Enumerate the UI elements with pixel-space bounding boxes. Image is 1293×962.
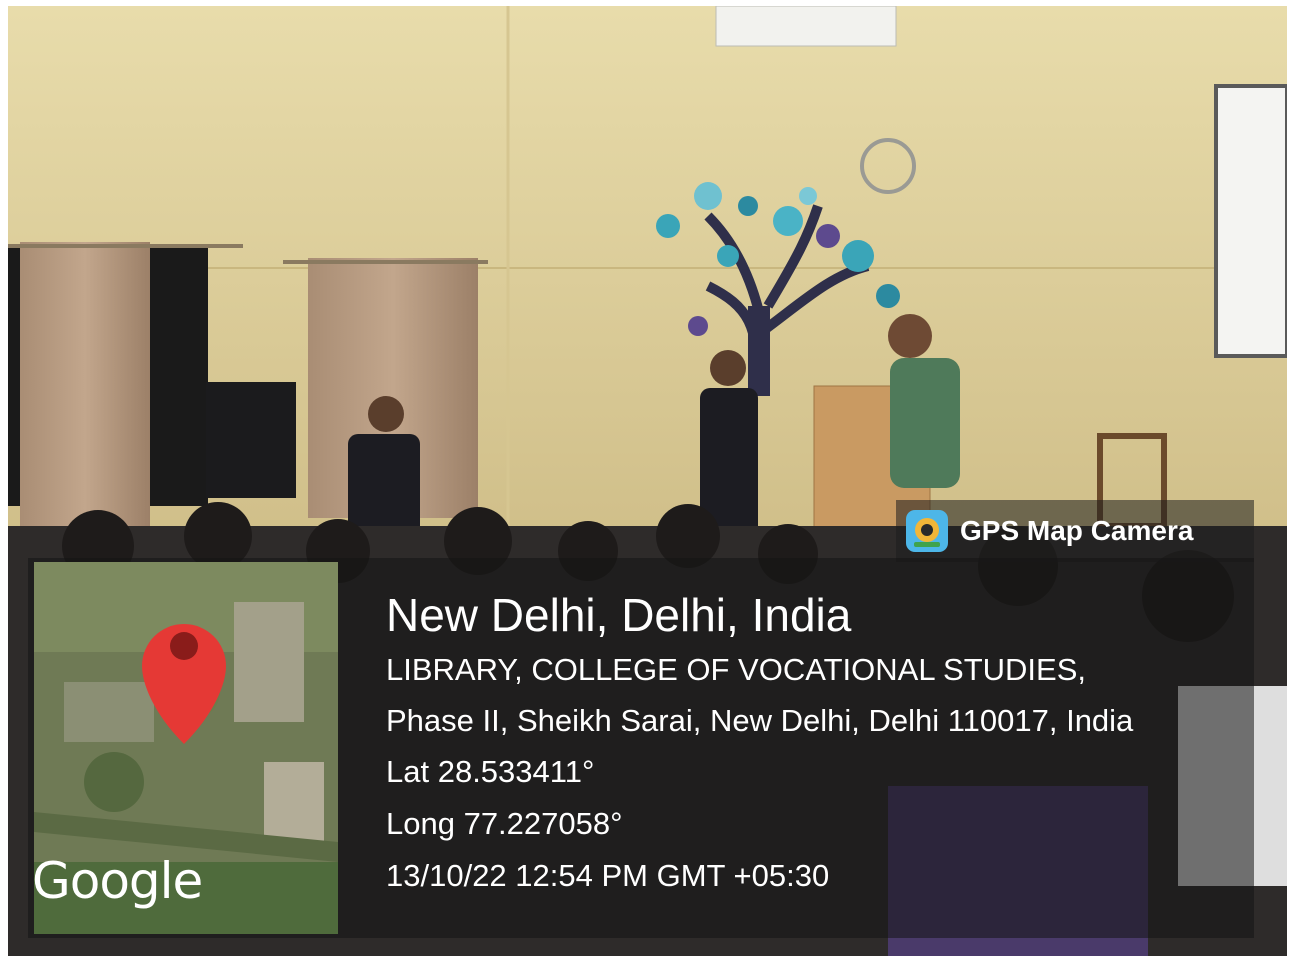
app-name-label: GPS Map Camera <box>960 515 1194 546</box>
app-badge: GPS Map Camera <box>896 500 1254 562</box>
air-conditioner <box>715 6 897 47</box>
longitude-text: Long 77.227058° <box>386 806 623 841</box>
timestamp-text: 13/10/22 12:54 PM GMT +05:30 <box>386 858 830 893</box>
city-title: New Delhi, Delhi, India <box>386 589 852 641</box>
projector-screen <box>1214 84 1287 358</box>
gps-map-camera-icon <box>906 510 948 552</box>
curtain-left <box>20 242 150 542</box>
address-line-2: Phase II, Sheikh Sarai, New Delhi, Delhi… <box>386 703 1134 738</box>
latitude-text: Lat 28.533411° <box>386 754 595 789</box>
speaker-box <box>206 382 296 498</box>
google-attribution: Google <box>32 852 203 910</box>
address-line-1: LIBRARY, COLLEGE OF VOCATIONAL STUDIES, <box>386 652 1086 687</box>
